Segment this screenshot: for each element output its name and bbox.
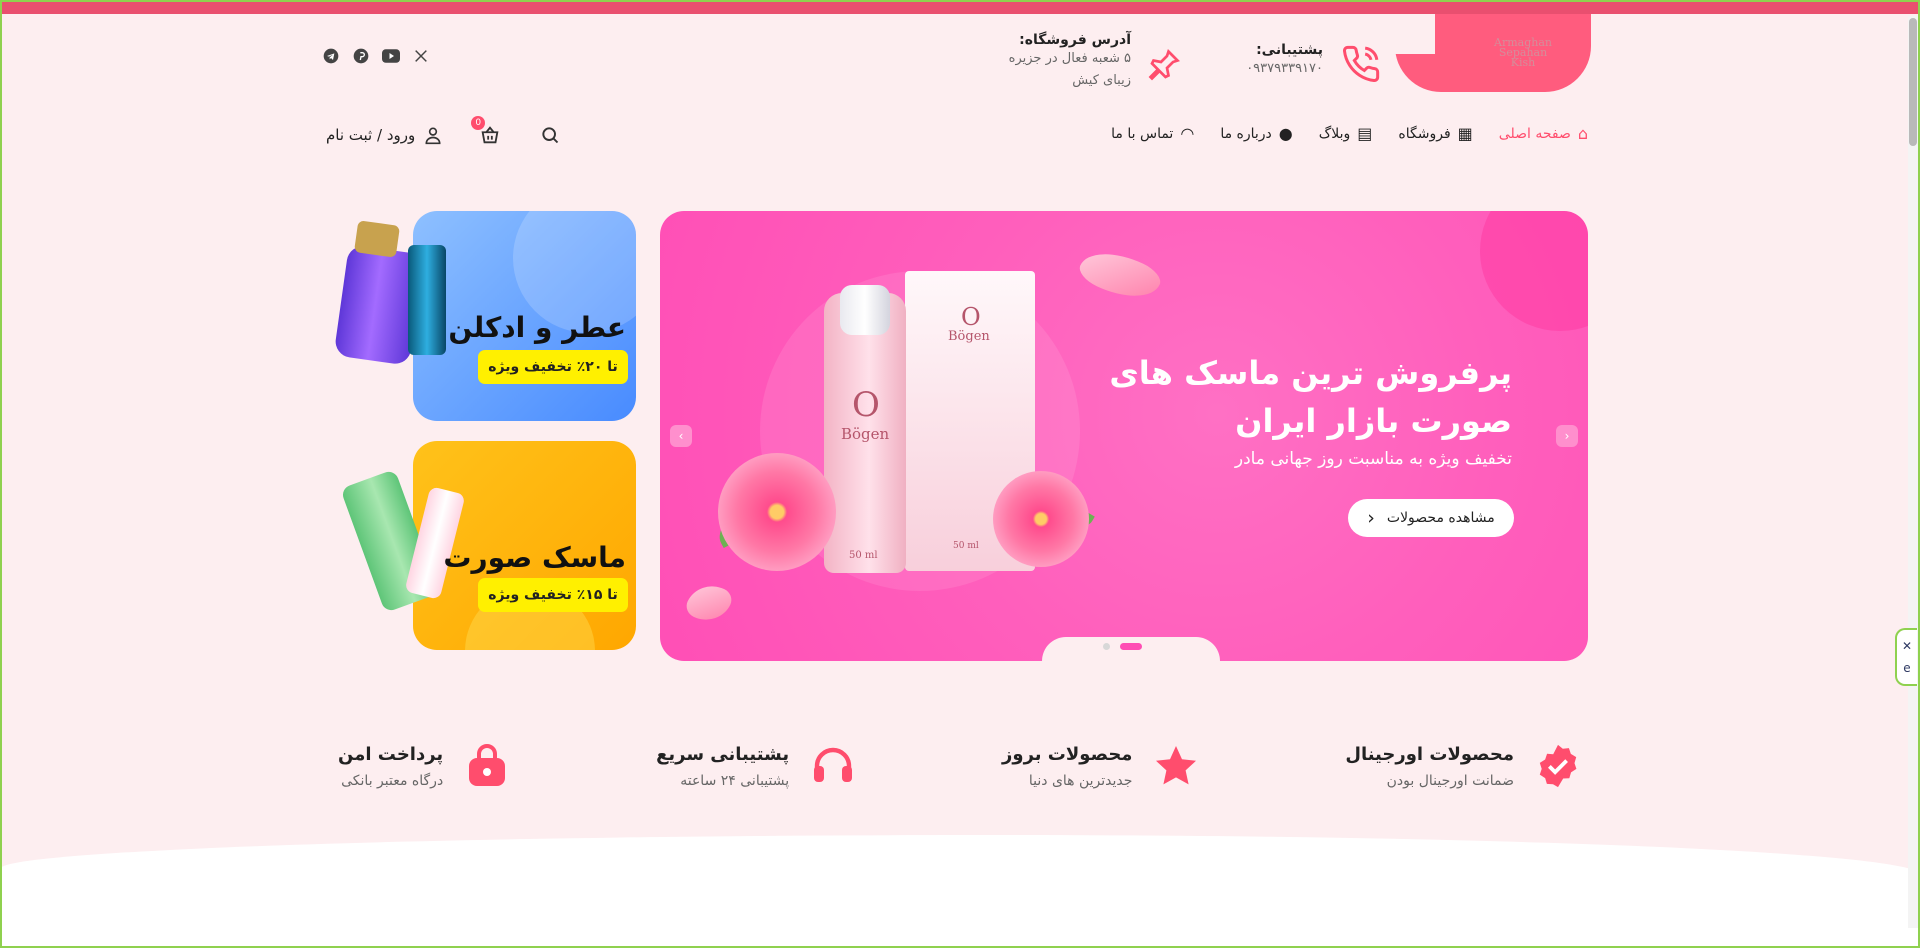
- hero-title-line1: پرفروش ترین ماسک های: [1109, 354, 1512, 392]
- bottle-volume: 50 ml: [849, 550, 878, 561]
- scrollbar-track[interactable]: [1908, 16, 1918, 928]
- petal-decor: [1075, 239, 1165, 311]
- secure-bag-icon: [463, 742, 511, 790]
- features-bar: محصولات اورجینال ضمانت اورجینال بودن محص…: [338, 742, 1582, 790]
- feature-text: جدیدترین های دنیا: [1028, 772, 1133, 789]
- address-line2: زیبای کیش: [1072, 73, 1131, 88]
- view-products-label: مشاهده محصولات: [1386, 510, 1495, 526]
- document-icon: ▤: [1357, 124, 1373, 143]
- cologne-bottle-image: [408, 245, 446, 355]
- feature-new-products: محصولات بروز جدیدترین های دنیا: [1002, 742, 1200, 790]
- perfume-cap: [353, 220, 401, 258]
- top-accent-bar: [0, 0, 1920, 14]
- chevron-left-icon: ‹: [1367, 507, 1375, 529]
- nav-shop[interactable]: ▦ فروشگاه: [1398, 124, 1472, 143]
- nav-blog[interactable]: ▤ وبلاگ: [1319, 124, 1373, 143]
- nav-about-label: درباره ما: [1220, 125, 1272, 142]
- pin-icon: [1148, 49, 1180, 81]
- feature-text: ضمانت اورجینال بودن: [1386, 772, 1514, 789]
- slider-prev-button[interactable]: ‹: [670, 425, 692, 447]
- petal-decor: [682, 577, 736, 629]
- mask-card-title: ماسک صورت: [443, 541, 626, 574]
- headphones-icon: ◠: [1180, 124, 1195, 143]
- bottle-brand-letter: O: [852, 385, 880, 425]
- flower-image: [718, 453, 836, 571]
- wave-divider: [0, 835, 1920, 948]
- address-title: آدرس فروشگاه:: [1019, 32, 1131, 48]
- support-info: پشتیبانی: ۰۹۳۷۹۳۳۹۱۷۰: [1246, 42, 1323, 80]
- view-products-button[interactable]: مشاهده محصولات ‹: [1348, 499, 1514, 537]
- box-brand-name: Bögen: [948, 329, 990, 344]
- feature-secure-payment: پرداخت امن درگاه معتبر بانکی: [338, 742, 511, 790]
- nav-home[interactable]: ⌂ صفحه اصلی: [1499, 124, 1588, 143]
- search-button[interactable]: [537, 122, 563, 148]
- perfume-category-card[interactable]: عطر و ادکلن تا ۲۰٪ تخفیف ویژه: [331, 211, 636, 421]
- user-actions: ورود / ثبت نام 0: [326, 116, 563, 148]
- feature-title: محصولات اورجینال: [1345, 743, 1514, 765]
- slider-dot-active[interactable]: [1120, 643, 1142, 650]
- slider-dot[interactable]: [1103, 643, 1110, 650]
- browser-extension-widget[interactable]: ✕ e: [1895, 628, 1917, 686]
- perfume-discount-badge: تا ۲۰٪ تخفیف ویژه: [478, 350, 628, 384]
- product-bottle-image: O Bögen 50 ml: [824, 293, 906, 573]
- box-volume: 50 ml: [953, 541, 979, 551]
- pinterest-icon[interactable]: [352, 47, 370, 65]
- flower-image: [993, 471, 1089, 567]
- login-label: ورود / ثبت نام: [326, 126, 416, 144]
- telegram-icon[interactable]: [322, 47, 340, 65]
- main-navigation: ⌂ صفحه اصلی ▦ فروشگاه ▤ وبلاگ ● درباره ما ◠ ت…: [1111, 124, 1588, 143]
- support-title: پشتیبانی:: [1256, 42, 1323, 58]
- bottle-cap: [840, 285, 890, 335]
- star-icon: [1152, 742, 1200, 790]
- hero-decor-circle: [1480, 211, 1588, 331]
- feature-original-products: محصولات اورجینال ضمانت اورجینال بودن: [1345, 742, 1582, 790]
- feature-title: پرداخت امن: [338, 743, 444, 765]
- youtube-icon[interactable]: [382, 47, 400, 65]
- hero-title: پرفروش ترین ماسک های صورت بازار ایران: [1092, 349, 1512, 445]
- feature-text: درگاه معتبر بانکی: [341, 772, 444, 789]
- nav-contact-label: تماس با ما: [1111, 125, 1174, 142]
- user-icon: [425, 127, 441, 145]
- mask-discount-badge: تا ۱۵٪ تخفیف ویژه: [478, 578, 628, 612]
- store-icon: ▦: [1457, 124, 1473, 143]
- verified-badge-icon: [1534, 742, 1582, 790]
- hero-subtitle: تخفیف ویژه به مناسبت روز جهانی مادر: [1234, 449, 1512, 469]
- logo-text-line3: Kish: [1510, 56, 1536, 69]
- home-icon: ⌂: [1577, 124, 1588, 143]
- person-icon: ●: [1278, 124, 1293, 143]
- hero-title-line2: صورت بازار ایران: [1235, 402, 1512, 440]
- phone-icon: [1343, 45, 1380, 82]
- extension-icon[interactable]: e: [1903, 661, 1910, 675]
- address-line1: ۵ شعبه فعال در جزیره: [1008, 51, 1131, 66]
- box-brand-letter: O: [961, 303, 981, 331]
- nav-blog-label: وبلاگ: [1318, 125, 1351, 142]
- feature-text: پشتیبانی ۲۴ ساعته: [680, 772, 790, 789]
- perfume-card-title: عطر و ادکلن: [448, 311, 626, 344]
- scrollbar-thumb[interactable]: [1909, 18, 1917, 146]
- store-address: آدرس فروشگاه: ۵ شعبه فعال در جزیره زیبای…: [1009, 32, 1131, 92]
- nav-contact[interactable]: ◠ تماس با ما: [1111, 124, 1194, 143]
- nav-about[interactable]: ● درباره ما: [1220, 124, 1292, 143]
- feature-fast-support: پشتیبانی سریع پشتیبانی ۲۴ ساعته: [656, 742, 857, 790]
- chevron-right-icon: ›: [1564, 429, 1570, 443]
- login-link[interactable]: ورود / ثبت نام: [326, 125, 443, 145]
- chevron-left-icon: ‹: [678, 429, 684, 443]
- headset-icon: [809, 742, 857, 790]
- face-mask-category-card[interactable]: ماسک صورت تا ۱۵٪ تخفیف ویژه: [331, 441, 636, 650]
- bottle-brand-name: Bögen: [841, 425, 890, 443]
- search-icon: [542, 127, 559, 144]
- slider-next-button[interactable]: ›: [1556, 425, 1578, 447]
- feature-title: پشتیبانی سریع: [656, 743, 790, 765]
- hero-slider[interactable]: O Bögen 50 ml O Bögen 50 ml پرفروش ترین …: [660, 211, 1588, 661]
- social-links: [322, 47, 430, 65]
- feature-title: محصولات بروز: [1002, 743, 1133, 765]
- close-icon[interactable]: ✕: [1902, 639, 1912, 653]
- logo[interactable]: Armaghan Sepahan Kish: [1478, 37, 1568, 69]
- x-icon[interactable]: [412, 47, 430, 65]
- nav-home-label: صفحه اصلی: [1498, 125, 1571, 142]
- cart-button[interactable]: 0: [471, 116, 503, 148]
- support-phone[interactable]: ۰۹۳۷۹۳۳۹۱۷۰: [1246, 58, 1323, 80]
- nav-shop-label: فروشگاه: [1398, 125, 1451, 142]
